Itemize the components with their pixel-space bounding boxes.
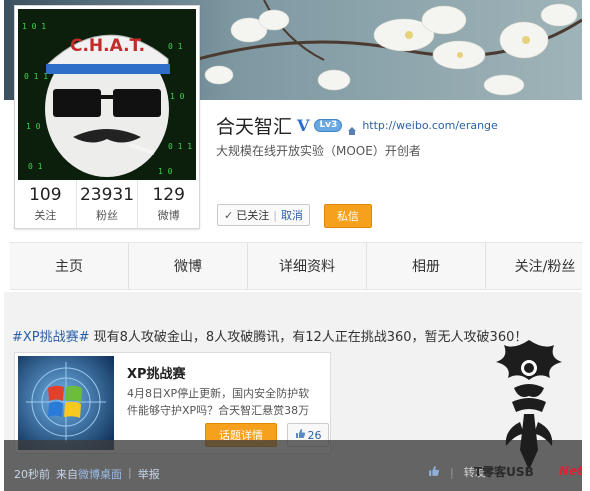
avatar[interactable]: 1 0 1 0 1 0 1 1 1 0 1 0 0 1 1 0 1 1 0 C.H.A.… xyxy=(18,9,196,180)
svg-text:0 1: 0 1 xyxy=(168,42,183,51)
svg-text:C.H.A.T.: C.H.A.T. xyxy=(70,36,145,56)
svg-text:1 0: 1 0 xyxy=(170,92,185,101)
topic-card[interactable]: XP挑战赛 4月8日XP停止更新，国内安全防护软 件能够守护XP吗？合天智汇悬赏… xyxy=(14,352,331,454)
check-icon: ✓ xyxy=(224,208,234,222)
svg-text:0 1: 0 1 xyxy=(28,162,43,171)
like-icon[interactable] xyxy=(428,465,440,480)
svg-text:1 0: 1 0 xyxy=(158,167,173,176)
watermark-graphic xyxy=(484,330,574,480)
profile-description: 大规模在线开放实验（MOOE）开创者 xyxy=(216,144,421,158)
post-hashtag-link[interactable]: #XP挑战赛# xyxy=(12,330,90,345)
watermark-text: T零客USB xyxy=(474,465,534,479)
profile-stats: 109 关注 23931 粉丝 129 微博 xyxy=(15,180,199,228)
post-text: #XP挑战赛# 现有8人攻破金山，8人攻破腾讯，有12人正在挑战360，暂无人攻… xyxy=(12,326,527,345)
profile-name: 合天智汇 xyxy=(216,116,293,138)
divider: | xyxy=(128,466,132,479)
post-source-link[interactable]: 微博桌面 xyxy=(78,468,122,481)
stat-followers[interactable]: 23931 粉丝 xyxy=(77,180,139,228)
divider: | xyxy=(450,465,454,479)
followers-count: 23931 xyxy=(79,185,135,205)
post-time[interactable]: 20秒前 xyxy=(14,466,50,482)
posts-count: 129 xyxy=(152,185,185,205)
weibo-profile-page: 1 0 1 0 1 0 1 1 1 0 1 0 0 1 1 0 1 1 0 C.H.A.… xyxy=(4,0,582,491)
following-label: 关注 xyxy=(34,209,57,222)
follow-status-button[interactable]: ✓ 已关注 | 取消 xyxy=(217,204,310,226)
profile-actions: ✓ 已关注 | 取消 私信 xyxy=(217,204,372,228)
message-button[interactable]: 私信 xyxy=(323,204,372,228)
post-body: 现有8人攻破金山，8人攻破腾讯，有12人正在挑战360，暂无人攻破360！ xyxy=(89,330,528,345)
post-meta: 20秒前 来自微博桌面 | 举报 xyxy=(14,466,160,482)
following-count: 109 xyxy=(29,185,62,205)
topic-summary-line-1: 4月8日XP停止更新，国内安全防护软 xyxy=(127,387,310,400)
tab-home[interactable]: 主页 xyxy=(10,243,129,289)
svg-text:0 1 1: 0 1 1 xyxy=(168,142,192,151)
divider: | xyxy=(273,208,277,222)
svg-text:1 0: 1 0 xyxy=(26,122,41,131)
stat-posts[interactable]: 129 微博 xyxy=(138,180,199,228)
profile-card: 1 0 1 0 1 0 1 1 1 0 1 0 0 1 1 0 1 1 0 C.H.A.… xyxy=(14,5,200,229)
profile-url-link[interactable]: http://weibo.com/erange xyxy=(362,119,498,132)
followers-label: 粉丝 xyxy=(96,209,118,222)
tab-weibo[interactable]: 微博 xyxy=(129,243,248,289)
report-link[interactable]: 举报 xyxy=(138,466,160,482)
verified-icon[interactable]: V xyxy=(297,116,309,135)
topic-summary-line-2: 件能够守护XP吗？合天智汇悬赏38万 xyxy=(127,404,310,417)
follow-state-label: 已关注 xyxy=(236,209,270,222)
svg-text:1 0 1: 1 0 1 xyxy=(22,22,46,31)
topic-summary: 4月8日XP停止更新，国内安全防护软 件能够守护XP吗？合天智汇悬赏38万 xyxy=(127,385,327,419)
home-link-icon xyxy=(347,121,357,135)
tab-album[interactable]: 相册 xyxy=(367,243,486,289)
svg-text:0 1 1: 0 1 1 xyxy=(24,72,48,81)
unfollow-link[interactable]: 取消 xyxy=(281,207,303,223)
tab-follow-fans[interactable]: 关注/粉丝 xyxy=(486,243,582,289)
topic-thumbnail[interactable] xyxy=(18,356,114,450)
watermark-subtext: Net xyxy=(559,464,582,478)
tab-details[interactable]: 详细资料 xyxy=(248,243,367,289)
stat-following[interactable]: 109 关注 xyxy=(15,180,77,228)
profile-tabs: 主页 微博 详细资料 相册 关注/粉丝 xyxy=(10,242,582,290)
post-source-prefix: 来自 xyxy=(56,468,78,481)
profile-header: 合天智汇 V Lv3 http://weibo.com/erange xyxy=(216,112,498,139)
level-badge[interactable]: Lv3 xyxy=(314,119,343,132)
topic-title[interactable]: XP挑战赛 xyxy=(127,363,186,382)
posts-label: 微博 xyxy=(157,209,180,222)
